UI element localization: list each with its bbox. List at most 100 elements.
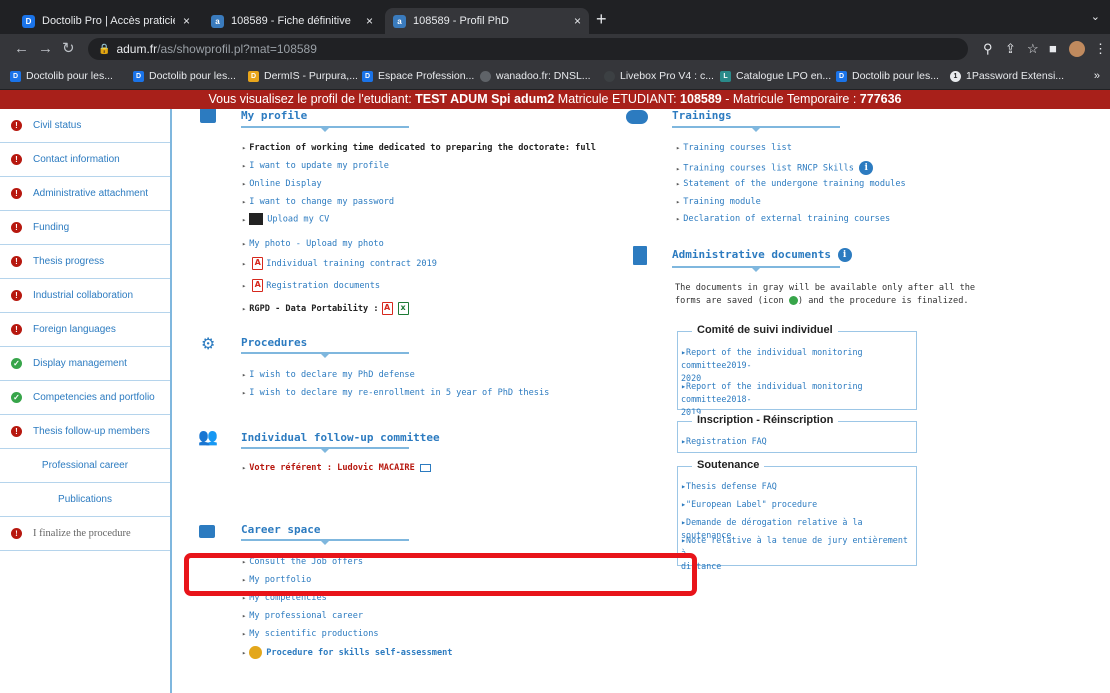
- side-panel-icon[interactable]: ■: [1049, 41, 1057, 57]
- doctolib-icon: D: [362, 70, 373, 82]
- sidebar-item-civil-status[interactable]: ! Civil status: [0, 109, 170, 143]
- check-icon: ✓: [11, 358, 22, 369]
- doctolib-favicon-icon: D: [22, 14, 35, 28]
- mail-icon[interactable]: [419, 463, 431, 472]
- thesis-defense-faq-link[interactable]: ▸Thesis defense FAQ: [681, 480, 777, 493]
- registration-faq-link[interactable]: ▸Registration FAQ: [681, 435, 767, 448]
- fraction-text: ▸ Fraction of working time dedicated to p…: [242, 143, 596, 153]
- external-training-link[interactable]: ▸ Declaration of external training course…: [676, 214, 890, 224]
- sidebar-item-display[interactable]: ✓ Display management: [0, 347, 170, 381]
- skills-assessment-link[interactable]: ▸ Procedure for skills self-assessment: [242, 646, 452, 659]
- sidebar: ! Civil status ! Contact information ! Admi…: [0, 109, 172, 693]
- training-rncp-link[interactable]: ▸ Training courses list RNCP Skills i: [676, 161, 874, 175]
- update-profile-link[interactable]: ▸ I want to update my profile: [242, 161, 389, 171]
- student-banner: Vous visualisez le profil de l'etudiant:…: [0, 90, 1110, 109]
- back-arrow-icon[interactable]: ←: [14, 40, 29, 58]
- declare-reenrollment-link[interactable]: ▸ I wish to declare my re-enrollment in 5…: [242, 388, 549, 398]
- training-contract-link[interactable]: ▸ A Individual training contract 2019: [242, 257, 437, 270]
- alert-icon: !: [11, 528, 22, 539]
- info-icon[interactable]: i: [837, 248, 852, 262]
- doctolib-icon: D: [836, 70, 847, 82]
- close-tab-icon[interactable]: ×: [183, 14, 190, 28]
- rgpd-text: ▸ RGPD - Data Portability :Ax: [242, 302, 409, 315]
- pdf-export-icon[interactable]: A: [381, 302, 393, 315]
- bookmark-star-icon[interactable]: ☆: [1027, 41, 1039, 57]
- excel-export-icon[interactable]: x: [397, 302, 409, 315]
- zoom-icon[interactable]: ⚲: [983, 41, 993, 57]
- tab-doctolib[interactable]: D Doctolib Pro | Accès praticiens ×: [14, 8, 198, 34]
- alert-icon: !: [11, 256, 22, 267]
- reload-icon[interactable]: ↻: [62, 40, 75, 58]
- training-courses-link[interactable]: ▸ Training courses list: [676, 143, 792, 153]
- sidebar-item-industrial[interactable]: ! Industrial collaboration: [0, 279, 170, 313]
- url-field[interactable]: 🔒 adum.fr/as/showprofil.pl?mat=108589: [88, 38, 968, 60]
- alert-icon: !: [11, 120, 22, 131]
- forward-arrow-icon[interactable]: →: [38, 40, 53, 58]
- remote-jury-link[interactable]: ▸Note relative à la tenue de jury entièr…: [681, 534, 916, 573]
- sidebar-item-funding[interactable]: ! Funding: [0, 211, 170, 245]
- bookmarks-bar: D Doctolib pour les... D Doctolib pour les…: [0, 64, 1110, 90]
- lpo-icon: L: [720, 70, 731, 82]
- tab-profil[interactable]: a 108589 - Profil PhD ×: [385, 8, 589, 34]
- bookmarks-overflow-icon[interactable]: »: [1094, 70, 1100, 82]
- profile-avatar[interactable]: [1069, 41, 1085, 57]
- menu-kebab-icon[interactable]: ⋮: [1094, 41, 1107, 57]
- training-module-link[interactable]: ▸ Training module: [676, 197, 761, 207]
- online-display-link[interactable]: ▸ Online Display: [242, 179, 322, 189]
- doctolib-icon: D: [10, 70, 21, 82]
- dermis-icon: D: [248, 70, 259, 82]
- tab-fiche[interactable]: a 108589 - Fiche définitive ×: [203, 8, 381, 34]
- address-bar: ← → ↻ 🔒 adum.fr/as/showprofil.pl?mat=108…: [0, 34, 1110, 64]
- new-tab-icon[interactable]: +: [596, 10, 607, 28]
- sidebar-item-languages[interactable]: ! Foreign languages: [0, 313, 170, 347]
- sidebar-item-publications[interactable]: Publications: [0, 483, 170, 517]
- bookmark-item[interactable]: wanadoo.fr: DNSL...: [480, 70, 591, 82]
- european-label-link[interactable]: ▸"European Label" procedure: [681, 498, 817, 511]
- section-title-committee: Individual follow-up committee: [241, 431, 440, 444]
- signature-icon: [249, 213, 264, 225]
- alert-icon: !: [11, 222, 22, 233]
- bookmark-item[interactable]: D Doctolib pour les...: [133, 70, 236, 82]
- sidebar-item-contact[interactable]: ! Contact information: [0, 143, 170, 177]
- check-icon: ✓: [11, 392, 22, 403]
- sidebar-item-thesis-progress[interactable]: ! Thesis progress: [0, 245, 170, 279]
- sidebar-item-finalize[interactable]: ! I finalize the procedure: [0, 517, 170, 551]
- bookmark-item[interactable]: L Catalogue LPO en...: [720, 70, 831, 82]
- sun-badge-icon: [249, 646, 263, 659]
- alert-icon: !: [11, 154, 22, 165]
- change-password-link[interactable]: ▸ I want to change my password: [242, 197, 394, 207]
- close-tab-icon[interactable]: ×: [574, 14, 581, 28]
- admin-docs-note: The documents in gray will be available …: [675, 283, 976, 306]
- close-tab-icon[interactable]: ×: [366, 14, 373, 28]
- adum-favicon-icon: a: [211, 14, 224, 28]
- tab-search-chevron-icon[interactable]: ⌄: [1091, 10, 1100, 23]
- my-professional-career-link[interactable]: ▸ My professional career: [242, 611, 363, 621]
- my-scientific-productions-link[interactable]: ▸ My scientific productions: [242, 629, 379, 639]
- fieldset-inscription: Inscription - Réinscription ▸Registratio…: [677, 414, 917, 453]
- referent-text: ▸ Votre référent : Ludovic MACAIRE: [242, 463, 431, 473]
- section-title-profile: My profile: [241, 109, 308, 122]
- alert-icon: !: [11, 188, 22, 199]
- training-statement-link[interactable]: ▸ Statement of the undergone training mod…: [676, 179, 906, 189]
- info-icon[interactable]: i: [859, 161, 874, 175]
- alert-icon: !: [11, 324, 22, 335]
- sidebar-item-administrative[interactable]: ! Administrative attachment: [0, 177, 170, 211]
- declare-defense-link[interactable]: ▸ I wish to declare my PhD defense: [242, 370, 415, 380]
- bookmark-item[interactable]: D Doctolib pour les...: [836, 70, 939, 82]
- bookmark-item[interactable]: D DermIS - Purpura,...: [248, 70, 358, 82]
- briefcase-icon: [199, 525, 215, 538]
- photo-link[interactable]: ▸ My photo - Upload my photo: [242, 239, 384, 249]
- bookmark-item[interactable]: D Espace Profession...: [362, 70, 474, 82]
- bookmark-item[interactable]: 1 1Password Extensi...: [950, 70, 1064, 82]
- share-icon[interactable]: ⇪: [1005, 41, 1016, 57]
- bookmark-item[interactable]: D Doctolib pour les...: [10, 70, 113, 82]
- registration-documents-link[interactable]: ▸ A Registration documents: [242, 279, 380, 292]
- bookmark-item[interactable]: Livebox Pro V4 : c...: [604, 70, 714, 82]
- sidebar-item-followup-members[interactable]: ! Thesis follow-up members: [0, 415, 170, 449]
- section-divider: [241, 447, 409, 453]
- section-divider: [241, 352, 409, 358]
- upload-cv-link[interactable]: ▸ Upload my CV: [242, 213, 329, 225]
- globe-icon: [604, 70, 615, 82]
- sidebar-item-career[interactable]: Professional career: [0, 449, 170, 483]
- sidebar-item-competencies[interactable]: ✓ Competencies and portfolio: [0, 381, 170, 415]
